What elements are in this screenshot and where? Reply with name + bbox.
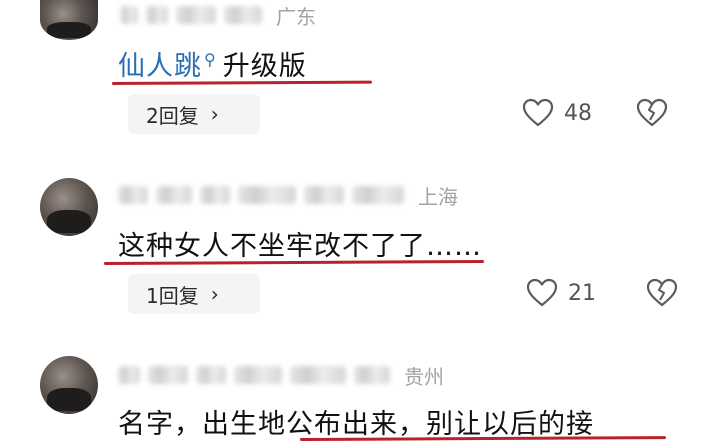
avatar[interactable] <box>40 178 98 236</box>
comment-actions: 21 <box>526 278 678 308</box>
annotation-underline <box>111 80 373 85</box>
reply-count-button[interactable]: 2回复 › <box>128 94 260 134</box>
like-count: 48 <box>564 100 592 126</box>
comment-region: 贵州 <box>404 364 444 389</box>
username-redacted <box>224 6 262 24</box>
reply-count: 1回复 <box>146 283 199 308</box>
username-redacted <box>290 366 346 384</box>
username-redacted <box>234 366 282 384</box>
broken-heart-icon[interactable] <box>636 98 668 128</box>
username-redacted <box>200 186 230 204</box>
comment-region: 广东 <box>276 4 316 29</box>
reply-count: 2回复 <box>146 103 199 128</box>
comment-item: 上海 这种女人不坐牢改不了了…… 1回复 › 21 <box>0 170 720 320</box>
comment-text: 这种女人不坐牢改不了了…… <box>118 231 482 262</box>
comment-meta: 上海 <box>118 182 458 209</box>
broken-heart-icon[interactable] <box>646 278 678 308</box>
search-link[interactable]: 仙人跳 <box>118 51 202 82</box>
username-redacted <box>118 186 148 204</box>
comment-item: 贵州 名字，出生地公布出来，别让以后的接 <box>0 350 720 446</box>
heart-outline-icon[interactable] <box>526 278 558 308</box>
comment-text-suffix: 升级版 <box>222 51 307 82</box>
username-redacted <box>156 186 192 204</box>
heart-outline-icon[interactable] <box>522 98 554 128</box>
username-redacted <box>146 6 168 24</box>
chevron-right-icon: › <box>210 282 219 306</box>
username-redacted <box>196 366 226 384</box>
like-count: 21 <box>568 280 596 306</box>
username-redacted <box>238 186 296 204</box>
username-redacted <box>352 186 404 204</box>
username-redacted <box>354 366 390 384</box>
comment-region: 上海 <box>418 184 458 209</box>
avatar[interactable] <box>40 356 98 414</box>
comment-text: 仙人跳 ⚲ 升级版 <box>118 44 307 83</box>
username-redacted <box>304 186 344 204</box>
chevron-right-icon: › <box>210 102 219 126</box>
reply-count-button[interactable]: 1回复 › <box>128 274 260 314</box>
search-icon[interactable]: ⚲ <box>204 50 217 69</box>
avatar[interactable] <box>40 0 98 40</box>
comment-meta: 广东 <box>120 2 316 29</box>
annotation-underline <box>103 260 485 265</box>
username-redacted <box>176 6 216 24</box>
comment-actions: 48 <box>522 98 668 128</box>
comment-item: 广东 仙人跳 ⚲ 升级版 2回复 › 48 <box>0 0 720 150</box>
username-redacted <box>148 366 188 384</box>
username-redacted <box>120 6 138 24</box>
comment-text: 名字，出生地公布出来，别让以后的接 <box>118 409 594 440</box>
comment-meta: 贵州 <box>118 362 444 389</box>
username-redacted <box>118 366 140 384</box>
